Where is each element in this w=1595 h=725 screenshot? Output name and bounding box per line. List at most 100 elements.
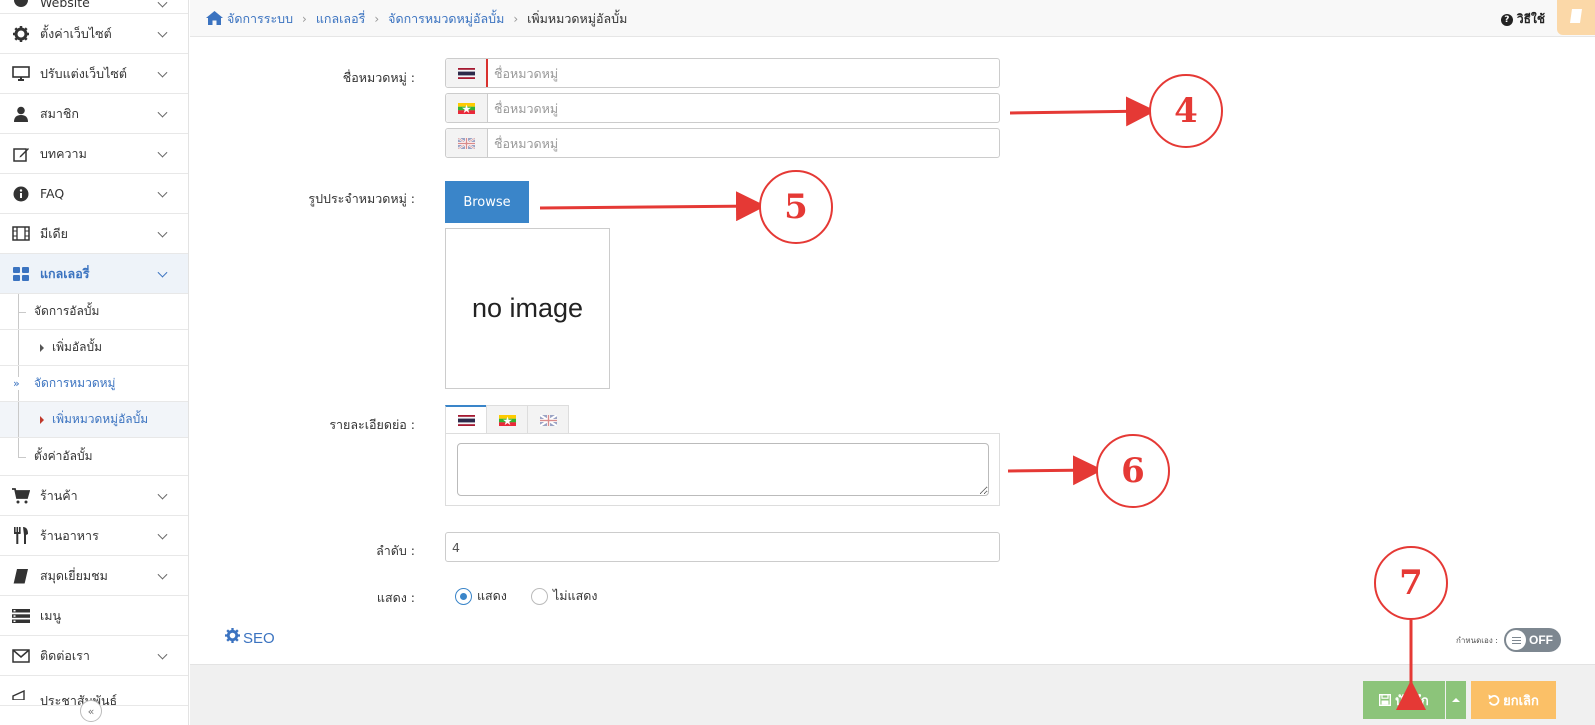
breadcrumb-link-admin[interactable]: จัดการระบบ	[227, 9, 293, 29]
show-radio[interactable]: แสดง	[455, 586, 507, 606]
notebook-icon	[1569, 8, 1583, 27]
seo-label: SEO	[243, 629, 275, 647]
monitor-icon	[11, 64, 31, 84]
sidebar-item-shop[interactable]: ร้านค้า	[0, 476, 188, 516]
globe-icon	[11, 0, 31, 10]
category-name-en-input[interactable]	[488, 129, 999, 157]
breadcrumb: จัดการระบบ › แกลเลอรี่ › จัดการหมวดหมู่อ…	[206, 9, 627, 29]
custom-label: กำหนดเอง :	[1456, 635, 1498, 645]
save-button[interactable]: บันทึก	[1363, 681, 1445, 719]
cancel-button[interactable]: ยกเลิก	[1471, 681, 1556, 719]
sidebar-item-menu[interactable]: เมนู	[0, 596, 188, 636]
annotation-badge-4: 4	[1149, 74, 1223, 148]
grid-icon	[11, 264, 31, 284]
sidebar-item-gallery[interactable]: แกลเลอรี่	[0, 254, 188, 294]
breadcrumb-link-gallery[interactable]: แกลเลอรี่	[316, 9, 365, 29]
chevron-down-icon	[157, 529, 168, 540]
uk-flag-icon	[539, 414, 557, 426]
browse-button[interactable]: Browse	[445, 181, 529, 223]
caret-right-icon	[40, 415, 44, 424]
annotation-badge-7: 7	[1374, 546, 1448, 620]
show-option-label: แสดง	[477, 588, 507, 603]
order-input[interactable]	[445, 532, 1000, 562]
double-chevron-right-icon: »	[13, 377, 20, 390]
sidebar-item-media[interactable]: มีเดีย	[0, 214, 188, 254]
gear-icon	[11, 24, 31, 44]
save-label: บันทึก	[1395, 693, 1429, 709]
breadcrumb-current: เพิ่มหมวดหมู่อัลบั้ม	[527, 11, 628, 26]
sidebar-sub-add-category[interactable]: เพิ่มหมวดหมู่อัลบั้ม	[0, 402, 188, 438]
film-icon	[11, 224, 31, 244]
thai-flag-icon	[446, 59, 488, 87]
caret-right-icon	[40, 343, 44, 352]
double-chevron-left-icon: «	[87, 704, 95, 718]
thai-flag-icon	[457, 415, 475, 426]
radio-checked-icon	[455, 587, 472, 605]
category-name-mm-input[interactable]	[488, 94, 999, 122]
arrow-to-browse	[539, 191, 766, 222]
sidebar-collapse-button[interactable]: «	[80, 700, 102, 722]
hide-radio[interactable]: ไม่แสดง	[531, 586, 597, 606]
sidebar-item-label: แกลเลอรี่	[40, 265, 90, 281]
hide-option-label: ไม่แสดง	[553, 588, 598, 603]
sidebar-item-site-settings[interactable]: ตั้งค่าเว็บไซต์	[0, 14, 188, 54]
sidebar-item-label: ร้านอาหาร	[40, 527, 99, 543]
sidebar-sub-manage-albums[interactable]: จัดการอัลบั้ม	[0, 294, 188, 330]
sidebar-item-members[interactable]: สมาชิก	[0, 94, 188, 134]
chevron-down-icon	[157, 67, 168, 78]
sidebar-sub-label: เพิ่มอัลบั้ม	[52, 340, 103, 354]
myanmar-flag-icon	[446, 94, 488, 122]
category-image-label: รูปประจำหมวดหมู่ :	[308, 191, 415, 206]
detail-tab-panel	[445, 433, 1000, 506]
no-image-text: no image	[471, 293, 584, 323]
sidebar-item-customize[interactable]: ปรับแต่งเว็บไซต์	[0, 54, 188, 94]
menu-icon	[11, 606, 31, 626]
category-name-mm-group	[445, 93, 1000, 123]
sidebar: Website ตั้งค่าเว็บไซต์ ปรับแต่งเว็บไซต์…	[0, 0, 189, 725]
detail-textarea[interactable]	[457, 443, 989, 496]
sidebar-sub-album-settings[interactable]: ตั้งค่าอัลบั้ม	[0, 438, 188, 476]
notes-tab[interactable]	[1557, 0, 1595, 35]
sidebar-item-label: ติดต่อเรา	[40, 647, 90, 663]
sidebar-sub-manage-categories[interactable]: » จัดการหมวดหมู่	[0, 366, 188, 402]
question-icon: ?	[1500, 13, 1513, 26]
sidebar-item-restaurant[interactable]: ร้านอาหาร	[0, 516, 188, 556]
tab-myanmar[interactable]	[486, 405, 528, 434]
sidebar-item-guestbook[interactable]: สมุดเยี่ยมชม	[0, 556, 188, 596]
sidebar-item-articles[interactable]: บทความ	[0, 134, 188, 174]
sidebar-item-label: ร้านค้า	[40, 487, 78, 503]
save-dropdown-toggle[interactable]	[1446, 681, 1466, 719]
sidebar-sub-add-album[interactable]: เพิ่มอัลบั้ม	[0, 330, 188, 366]
tree-line	[18, 438, 19, 457]
envelope-icon	[11, 646, 31, 666]
sidebar-item-faq[interactable]: FAQ	[0, 174, 188, 214]
chevron-down-icon	[157, 147, 168, 158]
show-label: แสดง :	[376, 590, 415, 605]
custom-toggle[interactable]: OFF	[1504, 628, 1561, 652]
chevron-down-icon	[157, 107, 168, 118]
sidebar-item-label: FAQ	[40, 186, 65, 201]
cart-icon	[11, 486, 31, 506]
tree-dash	[18, 456, 26, 458]
cutlery-icon	[11, 526, 31, 546]
tree-line	[18, 330, 19, 365]
breadcrumb-link-manage-categories[interactable]: จัดการหมวดหมู่อัลบั้ม	[388, 9, 504, 29]
chevron-down-icon	[157, 489, 168, 500]
category-name-th-input[interactable]	[488, 59, 999, 87]
info-icon	[11, 184, 31, 204]
uk-flag-icon	[446, 129, 488, 157]
arrow-to-name-inputs	[1009, 96, 1156, 127]
tab-english[interactable]	[527, 405, 569, 434]
tab-thai[interactable]	[445, 405, 487, 434]
seo-toggle-link[interactable]: SEO	[225, 628, 275, 648]
topbar: จัดการระบบ › แกลเลอรี่ › จัดการหมวดหมู่อ…	[190, 0, 1595, 37]
home-icon[interactable]	[206, 10, 223, 28]
chevron-down-icon	[157, 27, 168, 38]
tree-dash	[18, 311, 26, 313]
sidebar-item-contact[interactable]: ติดต่อเรา	[0, 636, 188, 676]
help-link[interactable]: ? วิธีใช้	[1500, 10, 1545, 29]
category-name-en-group	[445, 128, 1000, 158]
edit-icon	[11, 144, 31, 164]
toggle-state: OFF	[1529, 633, 1553, 647]
sidebar-item-website[interactable]: Website	[0, 0, 188, 14]
